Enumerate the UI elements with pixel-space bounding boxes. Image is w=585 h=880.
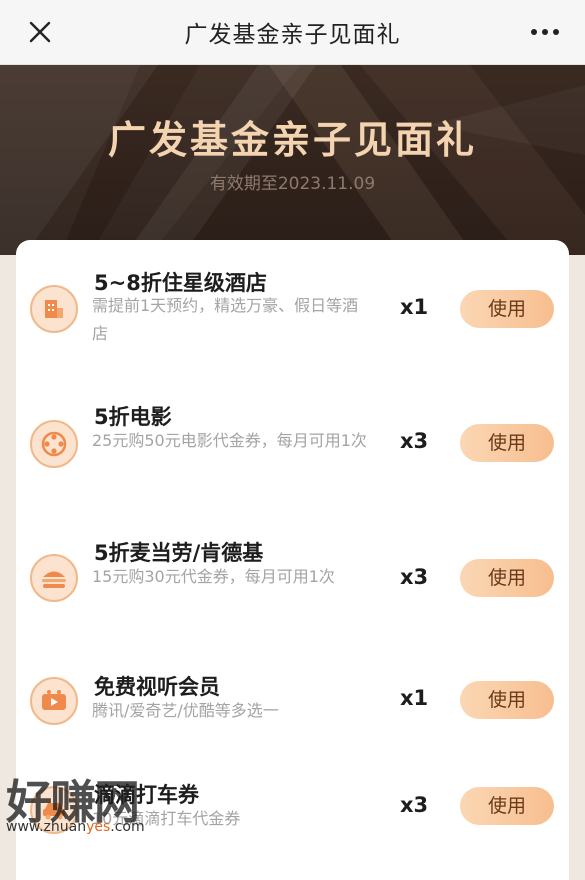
hotel-icon: [30, 285, 78, 333]
watermark: 好赚网 www.zhuanyes.com: [0, 764, 260, 849]
item-description: 腾讯/爱奇艺/优酷等多选一: [92, 701, 279, 720]
item-quantity: x3: [400, 793, 429, 817]
list-item: 5~8折住星级酒店 需提前1天预约，精选万豪、假日等酒店 x1 使用: [16, 248, 569, 358]
nav-title: 广发基金亲子见面礼: [184, 22, 401, 48]
validity-date: 有效期至2023.11.09: [209, 174, 376, 194]
more-icon[interactable]: [519, 14, 569, 50]
use-button[interactable]: 使用: [460, 787, 554, 825]
burger-icon: [30, 554, 78, 602]
banner-title: 广发基金亲子见面礼: [107, 118, 477, 162]
use-button[interactable]: 使用: [460, 681, 554, 719]
item-description: 15元购30元代金券，每月可用1次: [92, 567, 335, 586]
film-reel-icon: [30, 420, 78, 468]
use-button[interactable]: 使用: [460, 290, 554, 328]
item-description: 25元购50元电影代金券，每月可用1次: [92, 431, 367, 450]
nav-bar: 广发基金亲子见面礼: [0, 0, 585, 65]
use-button[interactable]: 使用: [460, 424, 554, 462]
list-item: 免费视听会员 腾讯/爱奇艺/优酷等多选一 x1 使用: [16, 657, 569, 767]
item-quantity: x1: [400, 686, 429, 710]
list-item: 5折电影 25元购50元电影代金券，每月可用1次 x3 使用: [16, 385, 569, 495]
list-item: 5折麦当劳/肯德基 15元购30元代金券，每月可用1次 x3 使用: [16, 521, 569, 631]
close-icon[interactable]: [22, 14, 58, 50]
item-quantity: x3: [400, 429, 429, 453]
banner: 广发基金亲子见面礼 有效期至2023.11.09: [0, 65, 585, 255]
video-icon: [30, 677, 78, 725]
item-quantity: x3: [400, 565, 429, 589]
watermark-url: www.zhuanyes.com: [6, 819, 145, 835]
use-button[interactable]: 使用: [460, 559, 554, 597]
item-quantity: x1: [400, 295, 429, 319]
item-description: 需提前1天预约，精选万豪、假日等酒店: [92, 296, 359, 343]
